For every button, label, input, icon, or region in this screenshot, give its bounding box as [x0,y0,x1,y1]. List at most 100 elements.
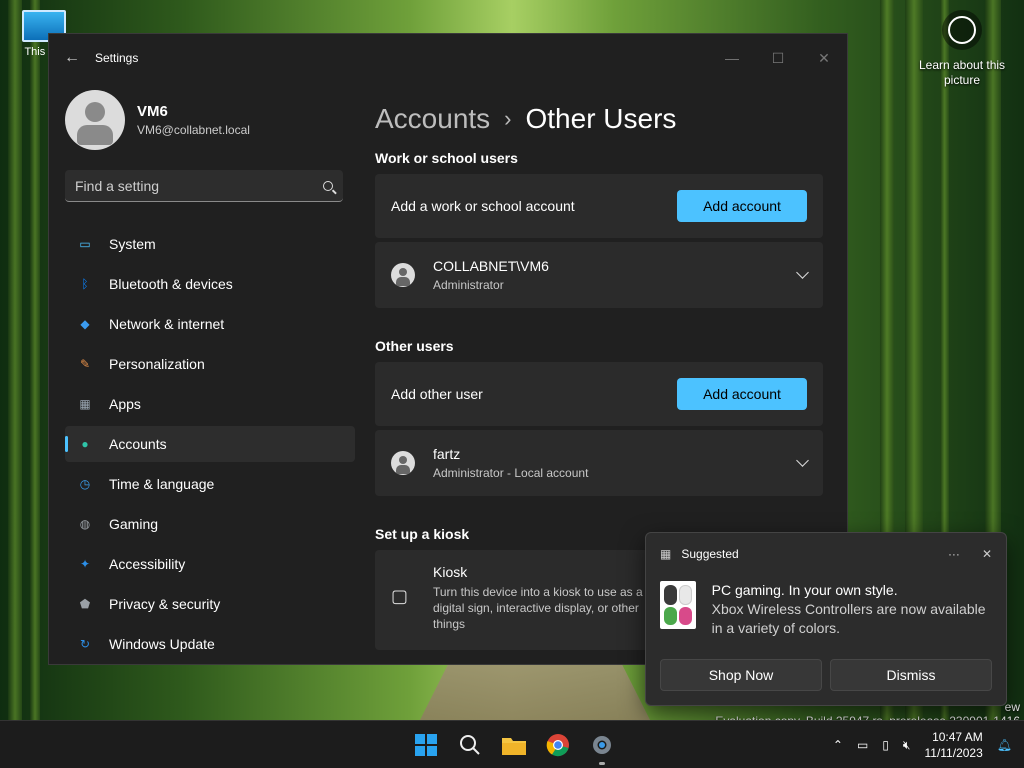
chevron-down-icon[interactable] [796,454,809,467]
user-icon [391,263,415,287]
sidebar-item-label: System [109,236,156,252]
sidebar-item-accessibility[interactable]: ✦ Accessibility [65,546,355,582]
volume-muted-icon[interactable]: 🔇︎ [903,738,911,753]
sidebar-item-gaming[interactable]: ◍ Gaming [65,506,355,542]
kiosk-description: Turn this device into a kiosk to use as … [433,585,643,631]
kiosk-icon: ▢ [391,586,409,606]
controllers-image [660,581,696,629]
suggested-icon: ▦ [660,547,672,561]
work-section-title: Work or school users [375,150,518,166]
sidebar-item-accounts[interactable]: ● Accounts [65,426,355,462]
sidebar-item-label: Bluetooth & devices [109,276,233,292]
more-options-button[interactable]: ··· [948,547,960,561]
minimize-button[interactable]: — [709,50,755,66]
system-icon: ▭ [79,237,91,251]
brush-icon: ✎ [79,357,91,371]
taskbar-apps [410,729,618,765]
page-title: Other Users [525,103,677,134]
toast-body-text: Xbox Wireless Controllers are now availa… [711,601,986,636]
toast-source: Suggested [681,547,739,561]
work-user-row[interactable]: COLLABNET\VM6 Administrator [375,242,823,308]
add-other-user-button[interactable]: Add account [677,378,807,410]
sidebar-item-apps[interactable]: ▦ Apps [65,386,355,422]
back-button[interactable]: ← [49,49,95,67]
sidebar: VM6 VM6@collabnet.local Find a setting ▭… [49,82,359,664]
gaming-icon: ◍ [79,517,91,531]
shield-icon: ⬟ [79,597,91,611]
sidebar-item-time-language[interactable]: ◷ Time & language [65,466,355,502]
clock-time: 10:47 AM [932,730,983,744]
sidebar-item-privacy-security[interactable]: ⬟ Privacy & security [65,586,355,622]
taskbar: ⌃ ▭ ▯ 🔇︎ 10:47 AM 11/11/2023 🔔︎ [0,720,1024,768]
sidebar-item-label: Windows Update [109,636,215,652]
settings-gear-icon[interactable] [586,729,618,765]
toast-header: ▦ Suggested ··· ✕ [646,533,1006,575]
toast-close-button[interactable]: ✕ [982,547,992,561]
user-role: Administrator - Local account [433,466,589,480]
sidebar-item-windows-update[interactable]: ↻ Windows Update [65,626,355,662]
learn-picture-icon [942,10,982,50]
running-indicator [599,762,605,765]
other-add-card: Add other user Add account [375,362,823,426]
window-title: Settings [95,51,139,65]
dismiss-button[interactable]: Dismiss [830,659,992,691]
add-work-account-button[interactable]: Add account [677,190,807,222]
clock[interactable]: 10:47 AM 11/11/2023 [924,729,982,761]
sidebar-item-label: Privacy & security [109,596,221,612]
shop-now-button[interactable]: Shop Now [660,659,822,691]
system-tray: ⌃ ▭ ▯ 🔇︎ 10:47 AM 11/11/2023 🔔︎ [833,721,1012,768]
nav-list: ▭ System ᛒ Bluetooth & devices ◆ Network & in… [49,226,359,662]
other-section-title: Other users [375,338,454,354]
start-icon[interactable] [410,729,442,761]
sidebar-item-label: Apps [109,396,141,412]
chrome-icon[interactable] [542,729,574,761]
file-explorer-icon[interactable] [498,729,530,761]
network-icon[interactable]: ▭ [857,738,868,752]
breadcrumb-parent[interactable]: Accounts [375,103,490,135]
avatar [65,90,125,150]
search-icon [323,180,333,191]
other-user-row[interactable]: fartz Administrator - Local account [375,430,823,496]
breadcrumb-chevron-icon: › [504,106,512,131]
search-placeholder: Find a setting [75,177,160,194]
work-add-card: Add a work or school account Add account [375,174,823,238]
chevron-up-icon[interactable]: ⌃ [833,738,843,752]
update-icon: ↻ [79,637,91,651]
close-button[interactable]: ✕ [801,50,847,67]
sidebar-item-label: Accessibility [109,556,186,572]
user-name: COLLABNET\VM6 [433,258,549,274]
kiosk-title: Kiosk [433,564,468,580]
breadcrumb: Accounts › Other Users [375,82,823,144]
sidebar-item-label: Network & internet [109,316,225,332]
sidebar-item-system[interactable]: ▭ System [65,226,355,262]
sidebar-item-bluetooth-devices[interactable]: ᛒ Bluetooth & devices [65,266,355,302]
sidebar-item-label: Accounts [109,436,167,452]
sidebar-item-label: Personalization [109,356,205,372]
accessibility-icon: ✦ [79,557,91,571]
learn-about-picture[interactable]: Learn about this picture [912,10,1012,88]
work-add-label: Add a work or school account [391,198,575,214]
chevron-down-icon[interactable] [796,266,809,279]
accounts-icon: ● [81,437,89,451]
title-bar: ← Settings — ☐ ✕ [49,34,847,82]
notification-bell-icon[interactable]: 🔔︎ [997,738,1012,752]
learn-picture-label: Learn about this picture [918,58,1006,87]
user-role: Administrator [433,278,504,292]
notification-toast: ▦ Suggested ··· ✕ PC gaming. In your own… [645,532,1007,706]
user-icon [391,451,415,475]
time-language-icon: ◷ [79,477,91,491]
profile-name: VM6 [137,103,168,120]
display-icon[interactable]: ▯ [882,738,889,752]
search-input[interactable]: Find a setting [65,170,343,202]
other-add-label: Add other user [391,386,483,402]
bluetooth-icon: ᛒ [81,277,89,291]
profile-email: VM6@collabnet.local [137,123,250,137]
sidebar-item-personalization[interactable]: ✎ Personalization [65,346,355,382]
profile-card[interactable]: VM6 VM6@collabnet.local [49,82,359,170]
sidebar-item-network-internet[interactable]: ◆ Network & internet [65,306,355,342]
search-icon[interactable] [454,729,486,761]
toast-headline: PC gaming. In your own style. [711,582,898,598]
sidebar-item-label: Gaming [109,516,159,532]
maximize-button[interactable]: ☐ [755,50,801,67]
network-icon: ◆ [80,317,90,331]
